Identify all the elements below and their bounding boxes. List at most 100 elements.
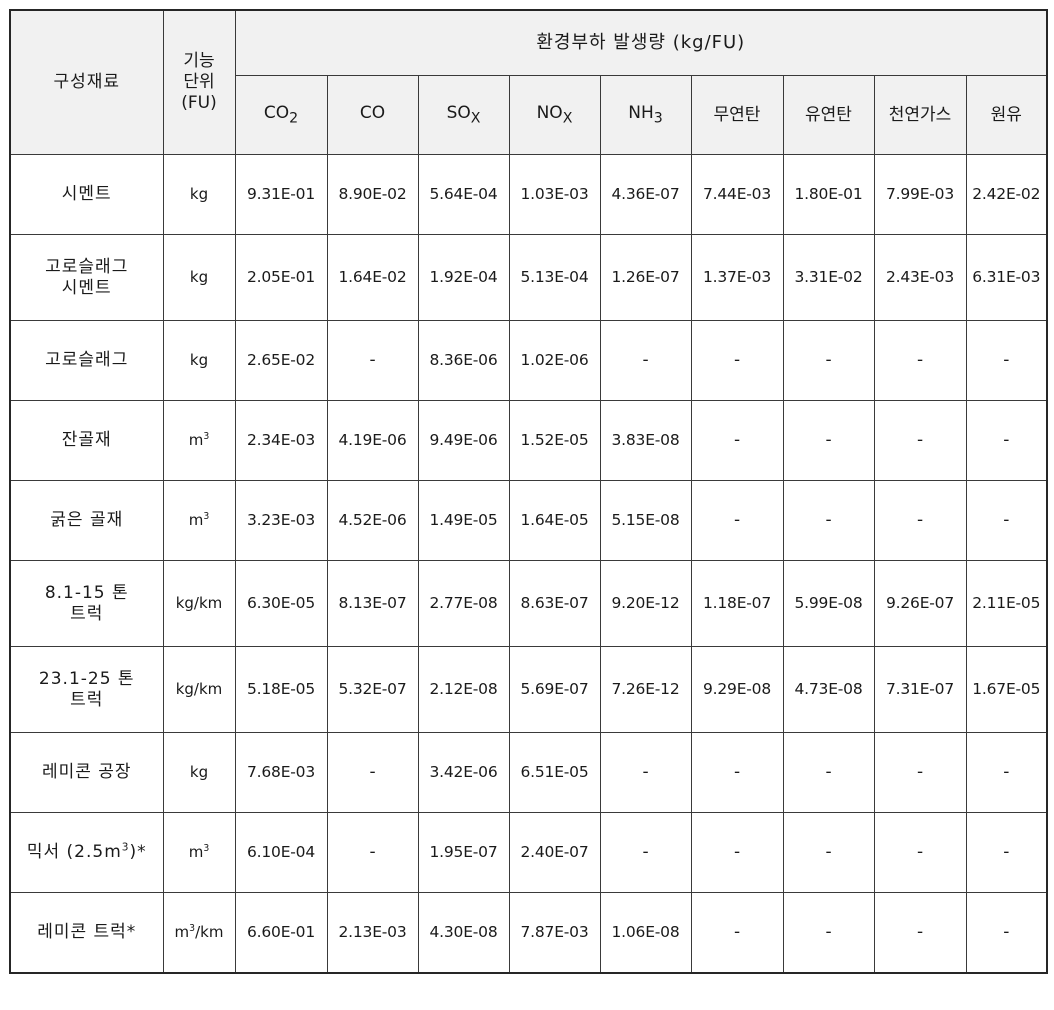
header-col-natural-gas: 천연가스 [873, 75, 967, 155]
table-row: 고로슬래그 kg 2.65E-02-8.36E-06 1.02E-06- - - - - [9, 320, 1048, 401]
cell-functional-unit: m3 [162, 812, 236, 893]
cell-value: - [782, 812, 875, 893]
cell-value: 7.31E-07 [873, 646, 967, 733]
cell-value: 3.42E-06 [417, 732, 510, 813]
cell-value: - [599, 732, 692, 813]
header-col-nox-sub: X [562, 110, 573, 127]
cell-functional-unit: m3 [162, 480, 236, 561]
cell-value: - [873, 812, 967, 893]
cell-material: 레미콘 공장 [9, 732, 164, 813]
cell-functional-unit: kg/km [162, 646, 236, 733]
table-row: 고로슬래그 시멘트 kg 2.05E-01 1.64E-02 1.92E-04 5.13E-… [9, 234, 1048, 321]
cell-value: - [326, 732, 419, 813]
cell-value: 2.42E-02 [965, 154, 1048, 235]
cell-value: - [965, 400, 1048, 481]
cell-functional-unit: m3/km [162, 892, 236, 973]
table-row: 23.1-25 톤 트럭 kg/km 5.18E-05 5.32E-07 2.12E-08… [9, 646, 1048, 733]
cell-value: 9.26E-07 [873, 560, 967, 647]
cell-material: 잔골재 [9, 400, 164, 481]
cell-value: 8.36E-06 [417, 320, 510, 401]
cell-value: - [690, 732, 784, 813]
header-row-top: 구성재료 기능 단위 (FU) 환경부하 발생량 (kg/FU) [9, 9, 1048, 155]
cell-value: - [326, 812, 419, 893]
cell-value: 1.37E-03 [690, 234, 784, 321]
table-row: 레미콘 트럭* m3/km 6.60E-01 2.13E-03 4.30E-08 7.87… [9, 892, 1048, 973]
header-group-environmental-load: 환경부하 발생량 (kg/FU) [234, 9, 1048, 76]
cell-value: - [965, 320, 1048, 401]
table-row: 믹서 (2.5m3)* m3 6.10E-04-1.95E-07 2.40E-07- -… [9, 812, 1048, 893]
cell-value: 9.29E-08 [690, 646, 784, 733]
cell-value: 9.49E-06 [417, 400, 510, 481]
cell-value: - [965, 480, 1048, 561]
header-col-bituminous: 유연탄 [782, 75, 875, 155]
cell-functional-unit: kg/km [162, 560, 236, 647]
cell-value: 2.40E-07 [508, 812, 601, 893]
table-row: 8.1-15 톤 트럭 kg/km 6.30E-05 8.13E-07 2.77E-08 8… [9, 560, 1048, 647]
header-col-nh3-sub: 3 [653, 110, 663, 127]
cell-value: 6.51E-05 [508, 732, 601, 813]
cell-value: 5.64E-04 [417, 154, 510, 235]
cell-value: 1.80E-01 [782, 154, 875, 235]
cell-material-line-2: 트럭 [70, 689, 104, 710]
cell-material: 굵은 골재 [9, 480, 164, 561]
cell-value: - [690, 480, 784, 561]
table-container: 구성재료 기능 단위 (FU) 환경부하 발생량 (kg/FU) CO2 CO … [9, 9, 1049, 974]
cell-value: 2.65E-02 [234, 320, 328, 401]
cell-value: 4.52E-06 [326, 480, 419, 561]
cell-value: - [690, 320, 784, 401]
header-col-sox-sub: X [470, 110, 481, 127]
cell-value: 6.10E-04 [234, 812, 328, 893]
table-row: 굵은 골재 m3 3.23E-03 4.52E-06 1.49E-05 1.64E-05 5… [9, 480, 1048, 561]
cell-material: 레미콘 트럭* [9, 892, 164, 973]
cell-value: 1.92E-04 [417, 234, 510, 321]
cell-value: 2.43E-03 [873, 234, 967, 321]
cell-value: 5.99E-08 [782, 560, 875, 647]
cell-value: 1.26E-07 [599, 234, 692, 321]
cell-value: 3.31E-02 [782, 234, 875, 321]
cell-value: - [965, 892, 1048, 973]
header-fu-line-1: 기능 [183, 51, 215, 72]
cell-value: 3.23E-03 [234, 480, 328, 561]
cell-value: 9.31E-01 [234, 154, 328, 235]
cell-functional-unit: m3 [162, 400, 236, 481]
cell-value: 1.52E-05 [508, 400, 601, 481]
cell-value: 9.20E-12 [599, 560, 692, 647]
cell-value: 3.83E-08 [599, 400, 692, 481]
cell-material-line-2: 시멘트 [61, 277, 112, 298]
cell-value: - [326, 320, 419, 401]
cell-value: 1.49E-05 [417, 480, 510, 561]
header-col-nox-base: NO [536, 102, 563, 123]
header-col-sox-base: SO [446, 102, 471, 123]
cell-material: 23.1-25 톤 트럭 [9, 646, 164, 733]
cell-material-line-2: 트럭 [70, 603, 104, 624]
cell-material: 믹서 (2.5m3)* [9, 812, 164, 893]
header-col-nh3: NH3 [599, 75, 692, 155]
table-row: 레미콘 공장 kg 7.68E-03-3.42E-06 6.51E-05- - - - - [9, 732, 1048, 813]
cell-functional-unit: kg [162, 320, 236, 401]
header-col-sox: SOX [417, 75, 510, 155]
header-col-nox: NOX [508, 75, 601, 155]
cell-value: - [690, 400, 784, 481]
cell-value: 2.12E-08 [417, 646, 510, 733]
cell-value: 4.73E-08 [782, 646, 875, 733]
cell-value: 1.06E-08 [599, 892, 692, 973]
cell-value: - [965, 732, 1048, 813]
cell-value: - [873, 320, 967, 401]
header-col-anthracite: 무연탄 [690, 75, 784, 155]
cell-value: 1.95E-07 [417, 812, 510, 893]
cell-value: - [782, 892, 875, 973]
cell-value: 4.19E-06 [326, 400, 419, 481]
cell-value: - [873, 732, 967, 813]
cell-value: 7.44E-03 [690, 154, 784, 235]
header-col-co-base: CO [359, 102, 386, 123]
cell-value: 6.31E-03 [965, 234, 1048, 321]
cell-material: 시멘트 [9, 154, 164, 235]
cell-value: 7.68E-03 [234, 732, 328, 813]
cell-value: 2.11E-05 [965, 560, 1048, 647]
cell-value: 1.64E-05 [508, 480, 601, 561]
cell-value: - [873, 892, 967, 973]
cell-value: 4.36E-07 [599, 154, 692, 235]
cell-value: - [690, 812, 784, 893]
cell-value: - [873, 400, 967, 481]
cell-functional-unit: kg [162, 154, 236, 235]
